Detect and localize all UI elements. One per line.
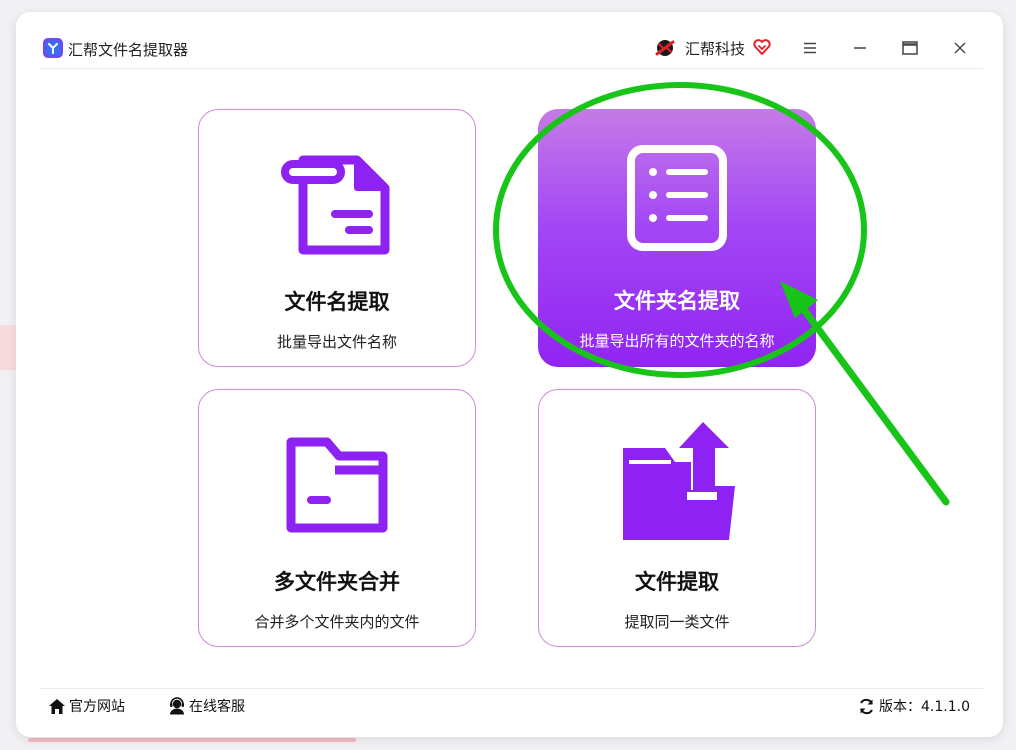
version-label: 版本：4.1.1.0 <box>879 696 970 716</box>
card-foldername-extract[interactable]: 文件夹名提取 批量导出所有的文件夹的名称 <box>538 109 816 367</box>
card-title: 文件名提取 <box>284 290 390 314</box>
refresh-icon[interactable] <box>858 698 875 715</box>
card-subtitle: 提取同一类文件 <box>624 613 730 631</box>
support-agent-icon <box>170 697 184 715</box>
official-website-link[interactable]: 官方网站 <box>48 694 125 718</box>
card-subtitle: 批量导出文件名称 <box>276 333 397 351</box>
footer-divider <box>40 688 983 689</box>
background-taskbar-line <box>28 738 356 742</box>
card-filename-extract[interactable]: 文件名提取 批量导出文件名称 <box>198 109 476 367</box>
app-window: 汇帮文件名提取器 汇帮科技 文件名提取 批量导出文件名称 文件夹名提取 批量导出… <box>16 12 1003 737</box>
support-label: 在线客服 <box>189 699 245 715</box>
background-strip <box>0 325 16 370</box>
website-label: 官方网站 <box>69 699 125 715</box>
version-prefix: 版本： <box>879 699 921 715</box>
file-icon <box>199 142 475 258</box>
close-icon <box>954 42 966 54</box>
minimize-button[interactable] <box>849 37 871 59</box>
menu-icon <box>804 42 816 54</box>
version-info: 版本：4.1.1.0 <box>858 694 970 718</box>
title-bar: 汇帮文件名提取器 汇帮科技 <box>16 12 1003 68</box>
card-folder-merge[interactable]: 多文件夹合并 合并多个文件夹内的文件 <box>198 389 476 647</box>
card-title: 多文件夹合并 <box>274 570 400 594</box>
heart-icon[interactable] <box>752 37 772 57</box>
card-title: 文件夹名提取 <box>614 289 740 313</box>
card-title: 文件提取 <box>635 570 719 594</box>
home-icon <box>49 698 65 714</box>
online-support-link[interactable]: 在线客服 <box>168 694 245 718</box>
app-title: 汇帮文件名提取器 <box>68 41 189 59</box>
maximize-icon <box>902 41 918 55</box>
maximize-button[interactable] <box>899 37 921 59</box>
menu-button[interactable] <box>799 37 821 59</box>
app-logo-icon <box>43 38 63 58</box>
folder-export-icon <box>539 418 815 542</box>
card-subtitle: 批量导出所有的文件夹的名称 <box>579 332 775 350</box>
list-icon <box>538 145 816 251</box>
card-subtitle: 合并多个文件夹内的文件 <box>254 613 420 631</box>
version-number: 4.1.1.0 <box>921 699 970 715</box>
minimize-icon <box>854 47 866 49</box>
title-divider <box>40 68 983 69</box>
brand-logo-icon <box>655 40 675 56</box>
brand-name: 汇帮科技 <box>685 40 746 58</box>
folder-icon <box>199 434 475 534</box>
card-file-extract[interactable]: 文件提取 提取同一类文件 <box>538 389 816 647</box>
close-button[interactable] <box>949 37 971 59</box>
